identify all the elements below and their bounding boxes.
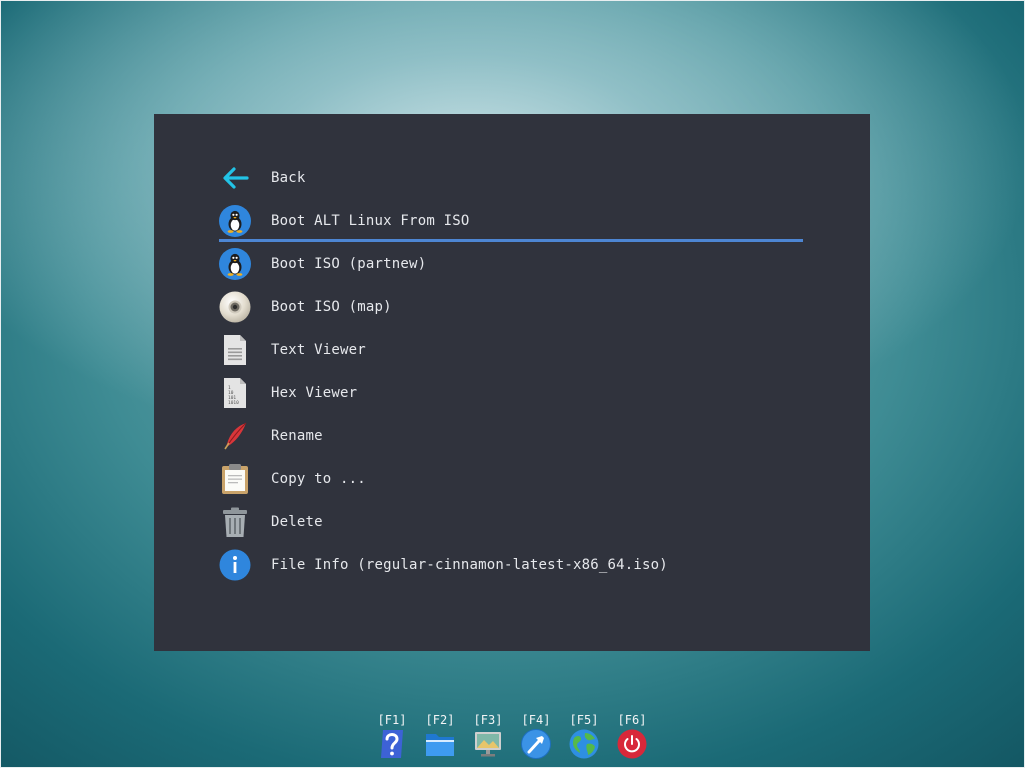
display-settings-button[interactable]: [F3]	[464, 712, 512, 764]
function-key-bar: [F1] [F2] [F3] [F4] [F5] [F6]	[368, 712, 656, 764]
function-key-label: [F6]	[617, 713, 647, 727]
menu-item-file-info[interactable]: File Info (regular-cinnamon-latest-x86_6…	[219, 545, 803, 585]
tools-icon	[521, 729, 551, 759]
tools-button[interactable]: [F4]	[512, 712, 560, 764]
network-button[interactable]: [F5]	[560, 712, 608, 764]
menu-item-text-viewer[interactable]: Text Viewer	[219, 330, 803, 370]
function-key-label: [F4]	[521, 713, 551, 727]
tux-icon	[219, 248, 251, 280]
power-icon	[617, 729, 647, 759]
power-button[interactable]: [F6]	[608, 712, 656, 764]
menu-item-label: File Info (regular-cinnamon-latest-x86_6…	[271, 557, 668, 573]
menu-item-copy-to[interactable]: Copy to ...	[219, 459, 803, 499]
menu-item-rename[interactable]: Rename	[219, 416, 803, 456]
svg-text:1010: 1010	[228, 400, 239, 406]
function-key-label: [F3]	[473, 713, 503, 727]
help-icon	[377, 729, 407, 759]
menu-item-label: Rename	[271, 428, 323, 444]
info-icon	[219, 549, 251, 581]
menu-item-back[interactable]: Back	[219, 158, 803, 198]
menu-item-label: Text Viewer	[271, 342, 366, 358]
menu-item-label: Boot ALT Linux From ISO	[271, 213, 470, 229]
menu-item-label: Back	[271, 170, 306, 186]
menu-item-boot-iso-map[interactable]: Boot ISO (map)	[219, 287, 803, 327]
back-arrow-icon	[219, 162, 251, 194]
globe-icon	[569, 729, 599, 759]
function-key-label: [F1]	[377, 713, 407, 727]
monitor-icon	[473, 729, 503, 759]
trash-icon	[219, 506, 251, 538]
selection-underline	[219, 239, 803, 242]
menu-item-label: Copy to ...	[271, 471, 366, 487]
hex-file-icon: 1 10 101 1010	[219, 377, 251, 409]
tux-icon	[219, 205, 251, 237]
help-button[interactable]: [F1]	[368, 712, 416, 764]
disc-icon	[219, 291, 251, 323]
menu-item-boot-iso-partnew[interactable]: Boot ISO (partnew)	[219, 244, 803, 284]
function-key-label: [F2]	[425, 713, 455, 727]
menu-item-delete[interactable]: Delete	[219, 502, 803, 542]
clipboard-icon	[219, 463, 251, 495]
function-key-label: [F5]	[569, 713, 599, 727]
text-file-icon	[219, 334, 251, 366]
menu-item-label: Boot ISO (partnew)	[271, 256, 427, 272]
menu-item-boot-alt-linux[interactable]: Boot ALT Linux From ISO	[219, 201, 803, 241]
folder-icon	[425, 729, 455, 759]
menu-item-label: Delete	[271, 514, 323, 530]
menu-item-label: Boot ISO (map)	[271, 299, 392, 315]
menu-item-label: Hex Viewer	[271, 385, 358, 401]
file-manager-button[interactable]: [F2]	[416, 712, 464, 764]
quill-pen-icon	[219, 420, 251, 452]
menu-item-hex-viewer[interactable]: 1 10 101 1010 Hex Viewer	[219, 373, 803, 413]
boot-menu-panel: Back Boot ALT Linux From ISO Boot ISO (p…	[154, 114, 870, 651]
